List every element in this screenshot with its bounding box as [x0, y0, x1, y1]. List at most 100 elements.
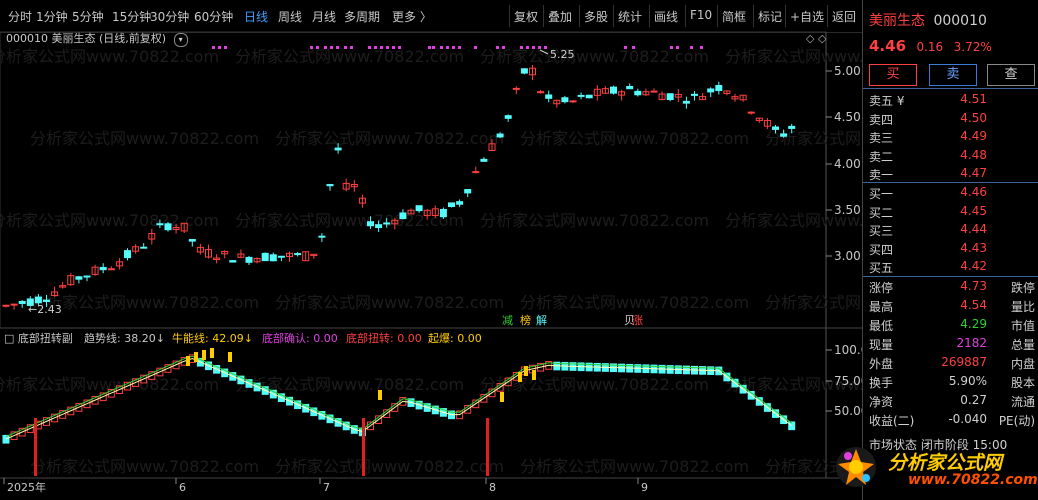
candle-body: [140, 246, 148, 249]
candle-body: [715, 85, 723, 92]
candle-body: [772, 126, 779, 130]
high-price-label: 5.25: [550, 48, 575, 61]
price-tick-label: 4.00: [834, 157, 861, 171]
signal-dot: [526, 46, 529, 49]
bottom-signal-bar: [486, 418, 489, 476]
watermark-text: 分析家公式网www.70822.com: [520, 129, 749, 148]
bottom-signal-bar: [362, 418, 365, 476]
burst-bar: [186, 356, 190, 366]
watermark-text: 分析家公式网www.70822.com: [520, 293, 749, 312]
ask-row: 卖二 4.48: [869, 148, 1035, 166]
candle-body: [545, 94, 553, 99]
signal-dot: [428, 46, 431, 49]
row-label-right: PE(动): [998, 414, 1035, 428]
bid-row: 买一 4.46: [869, 185, 1035, 203]
candle-body: [415, 205, 423, 212]
candle-body: [448, 202, 455, 208]
buy-button[interactable]: 买: [869, 64, 917, 86]
candle-body: [164, 223, 172, 231]
watermark-text: 分析家公式网www.70822.com: [765, 129, 862, 148]
watermark-text: 分析家公式网www.70822.com: [30, 457, 259, 476]
ask-row: 卖三 4.49: [869, 129, 1035, 147]
signal-dot: [700, 46, 703, 49]
row-label: 卖一: [869, 168, 894, 182]
watermark-text: 分析家公式网www.70822.com: [480, 211, 709, 230]
signal-dot: [374, 46, 377, 49]
candle-body: [634, 90, 642, 96]
signal-dot: [344, 46, 347, 49]
bull-value: 牛能线: 42.09↓: [172, 331, 253, 345]
row-value: 269887: [941, 355, 987, 369]
candle-body: [439, 208, 447, 218]
row-label-right: 跌停: [1010, 281, 1035, 295]
bottom-signal-bar: [34, 418, 37, 476]
row-value: 0.27: [960, 393, 987, 407]
row-value: 4.54: [960, 298, 987, 312]
candle-body: [650, 90, 658, 93]
signal-dot: [330, 46, 333, 49]
signal-dot: [458, 46, 461, 49]
signal-dot: [212, 46, 215, 49]
row-label: 买三: [869, 224, 894, 238]
row-value: 4.46: [960, 185, 987, 199]
watermark-text: 分析家公式网www.70822.com: [0, 211, 219, 230]
row-label: 买一: [869, 187, 894, 201]
query-button[interactable]: 查: [987, 64, 1035, 86]
watermark-text: 分析家公式网www.70822.com: [275, 457, 504, 476]
candle-body: [610, 86, 617, 94]
candle-body: [780, 133, 788, 137]
row-value: 4.73: [960, 279, 987, 293]
candle-body: [124, 250, 131, 259]
stat-row: 涨停 4.73 跌停: [869, 279, 1035, 297]
row-value: 4.50: [960, 110, 987, 125]
signal-dot: [336, 46, 339, 49]
ask-row: 卖一 4.47: [869, 166, 1035, 184]
candle-body: [569, 100, 577, 103]
price-tick-label: 5.00: [834, 64, 861, 78]
row-value: 2182: [956, 336, 987, 350]
watermark-text: 分析家公式网www.70822.com: [480, 47, 709, 66]
row-label-right: 内盘: [1010, 357, 1035, 371]
row-value: 4.44: [960, 222, 987, 236]
candle-body: [261, 252, 269, 262]
burst-bar: [524, 366, 528, 376]
row-value: 4.43: [960, 240, 987, 255]
row-label: 最高: [869, 300, 894, 314]
row-value: -0.040: [948, 412, 987, 426]
price-chart[interactable]: 分析家公式网www.70822.com 分析家公式网www.70822.com 分析…: [0, 0, 862, 500]
candle-body: [326, 184, 334, 187]
signal-label: 涨: [632, 314, 643, 327]
row-label: 收益(二): [869, 414, 915, 428]
trend-line: [5, 358, 793, 440]
ask-row: 卖五 ¥ 4.51: [869, 92, 1035, 110]
candle-body: [99, 266, 107, 271]
signal-dot: [350, 46, 353, 49]
candle-body: [512, 87, 520, 90]
date-label: 2025年: [7, 480, 46, 494]
row-value: 4.48: [960, 147, 987, 162]
sell-button[interactable]: 卖: [929, 64, 977, 86]
burst-bar: [532, 370, 536, 380]
current-price: 4.46: [869, 37, 907, 55]
candle-body: [107, 268, 115, 271]
candle-body: [399, 212, 407, 220]
candle-body: [34, 296, 42, 304]
candle-body: [537, 91, 545, 94]
candle-body: [10, 303, 18, 306]
bull-line: [5, 355, 793, 438]
row-label-right: 量比: [1010, 300, 1035, 314]
logo-text: 分析家公式网: [888, 452, 1003, 474]
row-label-right: 总量: [1010, 338, 1035, 352]
signal-dot: [440, 46, 443, 49]
candle-body: [788, 125, 796, 129]
burst-bar: [210, 348, 214, 358]
candle-body: [156, 223, 164, 226]
low-price-label: ←2.43: [28, 303, 62, 316]
signal-dot: [452, 46, 455, 49]
signal-dot: [544, 46, 547, 49]
price-tick-label: 3.50: [834, 203, 861, 217]
ask-row: 卖四 4.50: [869, 111, 1035, 129]
indicator-tick-label: 100.0: [834, 343, 862, 357]
row-label: 现量: [869, 338, 894, 352]
signal-dot: [520, 46, 523, 49]
